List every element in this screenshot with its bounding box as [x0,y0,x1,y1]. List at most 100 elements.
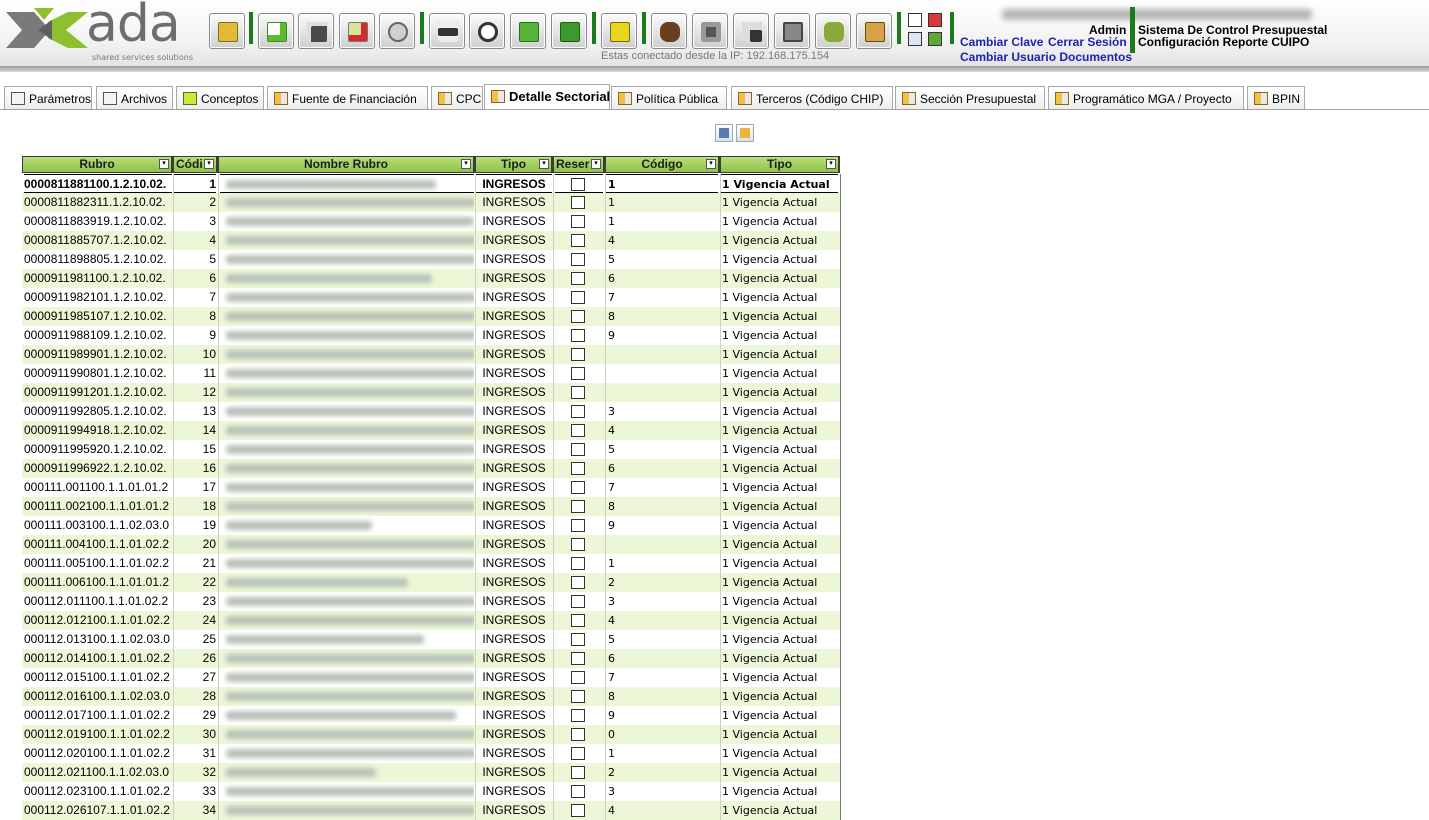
reserva-checkbox[interactable] [571,367,585,380]
nombre-rubro-cell-blurred[interactable] [220,592,474,611]
type-cell[interactable]: INGRESOS [476,535,552,554]
reserva-checkbox[interactable] [571,500,585,513]
type-cell[interactable]: INGRESOS [476,497,552,516]
vigencia-cell[interactable]: 1 Vigencia Actual [720,364,838,383]
rubro-cell[interactable]: 000112.017100.1.1.01.02.2 [24,706,172,725]
vigencia-cell[interactable]: 1 Vigencia Actual [720,554,838,573]
rubro-cell[interactable]: 0000911981100.1.2.10.02. [24,269,172,288]
vigencia-cell[interactable]: 1 Vigencia Actual [720,630,838,649]
code-cell[interactable]: 6 [174,269,216,288]
code-cell[interactable]: 11 [174,364,216,383]
codigo-cell[interactable]: 3 [606,402,718,421]
code-cell[interactable]: 4 [174,231,216,250]
vigencia-cell[interactable]: 1 Vigencia Actual [720,231,838,250]
export-image-button[interactable] [510,13,546,49]
nombre-rubro-cell-blurred[interactable] [220,212,474,231]
reserva-checkbox[interactable] [571,329,585,342]
reserva-checkbox[interactable] [571,481,585,494]
codigo-cell[interactable]: 4 [606,421,718,440]
table-row[interactable]: 000111.002100.1.1.01.01.2 18 INGRESOS 8 1 Vi… [22,497,840,516]
change-password-link[interactable]: Cambiar Clave [960,35,1043,49]
reserva-checkbox[interactable] [571,519,585,532]
nombre-rubro-cell-blurred[interactable] [220,630,474,649]
code-cell[interactable]: 15 [174,440,216,459]
nombre-rubro-cell-blurred[interactable] [220,345,474,364]
table-row[interactable]: 0000911994918.1.2.10.02. 14 INGRESOS 4 1 Vig… [22,421,840,440]
table-row[interactable]: 000112.017100.1.1.01.02.2 29 INGRESOS 9 1 Vi… [22,706,840,725]
code-cell[interactable]: 17 [174,478,216,497]
cart-button[interactable] [774,13,810,49]
table-row[interactable]: 0000911995920.1.2.10.02. 15 INGRESOS 5 1 Vig… [22,440,840,459]
table-row[interactable]: 000111.006100.1.1.01.01.2 22 INGRESOS 2 1 Vi… [22,573,840,592]
code-cell[interactable]: 29 [174,706,216,725]
vigencia-cell[interactable]: 1 Vigencia Actual [720,535,838,554]
nombre-rubro-cell-blurred[interactable] [220,459,474,478]
vigencia-cell[interactable]: 1 Vigencia Actual [720,326,838,345]
rubro-cell[interactable]: 0000911992805.1.2.10.02. [24,402,172,421]
rubro-cell[interactable]: 0000911990801.1.2.10.02. [24,364,172,383]
table-row[interactable]: 0000911982101.1.2.10.02. 7 INGRESOS 7 1 Vige… [22,288,840,307]
codigo-cell[interactable]: 5 [606,250,718,269]
codigo-cell[interactable]: 1 [606,174,718,193]
open-folder-button[interactable] [209,13,245,49]
search-button[interactable] [469,13,505,49]
column-filter-icon[interactable]: ▾ [539,159,549,169]
type-cell[interactable]: INGRESOS [476,193,552,212]
reserva-checkbox[interactable] [571,804,585,817]
new-document-button[interactable] [258,13,294,49]
type-cell[interactable]: INGRESOS [476,421,552,440]
vigencia-cell[interactable]: 1 Vigencia Actual [720,516,838,535]
table-row[interactable]: 000112.015100.1.1.01.02.2 27 INGRESOS 7 1 Vi… [22,668,840,687]
tab-detalle-sectorial[interactable]: Detalle Sectorial [484,84,610,110]
hand-button[interactable] [815,13,851,49]
rubro-cell[interactable]: 000112.014100.1.1.01.02.2 [24,649,172,668]
type-cell[interactable]: INGRESOS [476,212,552,231]
nombre-rubro-cell-blurred[interactable] [220,383,474,402]
vigencia-cell[interactable]: 1 Vigencia Actual [720,440,838,459]
column-header-reserva[interactable]: Reser ▾ [553,156,605,173]
rubro-cell[interactable]: 000112.013100.1.1.02.03.0 [24,630,172,649]
column-header-nombre-rubro[interactable]: Nombre Rubro ▾ [218,156,475,173]
table-row[interactable]: 0000911990801.1.2.10.02. 11 INGRESOS 1 Vige… [22,364,840,383]
code-cell[interactable]: 20 [174,535,216,554]
rubro-cell[interactable]: 0000811898805.1.2.10.02. [24,250,172,269]
type-cell[interactable]: INGRESOS [476,345,552,364]
nombre-rubro-cell-blurred[interactable] [220,269,474,288]
table-row[interactable]: 000112.020100.1.1.01.02.2 31 INGRESOS 1 1 Vi… [22,744,840,763]
code-cell[interactable]: 18 [174,497,216,516]
column-filter-icon[interactable]: ▾ [159,159,169,169]
type-cell[interactable]: INGRESOS [476,402,552,421]
column-header-rubro[interactable]: Rubro ▾ [22,156,173,173]
type-cell[interactable]: INGRESOS [476,592,552,611]
type-cell[interactable]: INGRESOS [476,706,552,725]
nombre-rubro-cell-blurred[interactable] [220,421,474,440]
vigencia-cell[interactable]: 1 Vigencia Actual [720,345,838,364]
rubro-cell[interactable]: 0000911989901.1.2.10.02. [24,345,172,364]
column-filter-icon[interactable]: ▾ [706,159,716,169]
reserva-checkbox[interactable] [571,595,585,608]
nombre-rubro-cell-blurred[interactable] [220,326,474,345]
codigo-cell[interactable]: 7 [606,478,718,497]
delete-button[interactable] [339,13,375,49]
table-row[interactable]: 000112.023100.1.1.01.02.2 33 INGRESOS 3 1 Vi… [22,782,840,801]
codigo-cell[interactable]: 7 [606,288,718,307]
vigencia-cell[interactable]: 1 Vigencia Actual [720,250,838,269]
table-row[interactable]: 000111.004100.1.1.01.02.2 20 INGRESOS 1 Vig… [22,535,840,554]
vigencia-cell[interactable]: 1 Vigencia Actual [720,744,838,763]
vigencia-cell[interactable]: 1 Vigencia Actual [720,402,838,421]
change-user-docs-link[interactable]: Cambiar Usuario Documentos [960,50,1132,64]
codigo-cell[interactable]: 1 [606,744,718,763]
code-cell[interactable]: 23 [174,592,216,611]
vigencia-cell[interactable]: 1 Vigencia Actual [720,288,838,307]
type-cell[interactable]: INGRESOS [476,782,552,801]
rubro-cell[interactable]: 0000911982101.1.2.10.02. [24,288,172,307]
type-cell[interactable]: INGRESOS [476,649,552,668]
codigo-cell[interactable]: 5 [606,630,718,649]
table-row[interactable]: 000112.013100.1.1.02.03.0 25 INGRESOS 5 1 Vi… [22,630,840,649]
codigo-cell[interactable]: 6 [606,649,718,668]
table-row[interactable]: 000112.012100.1.1.01.02.2 24 INGRESOS 4 1 Vi… [22,611,840,630]
column-filter-icon[interactable]: ▾ [204,159,214,169]
tab-programatico-mga[interactable]: Programático MGA / Proyecto [1048,86,1244,110]
code-cell[interactable]: 27 [174,668,216,687]
type-cell[interactable]: INGRESOS [476,250,552,269]
